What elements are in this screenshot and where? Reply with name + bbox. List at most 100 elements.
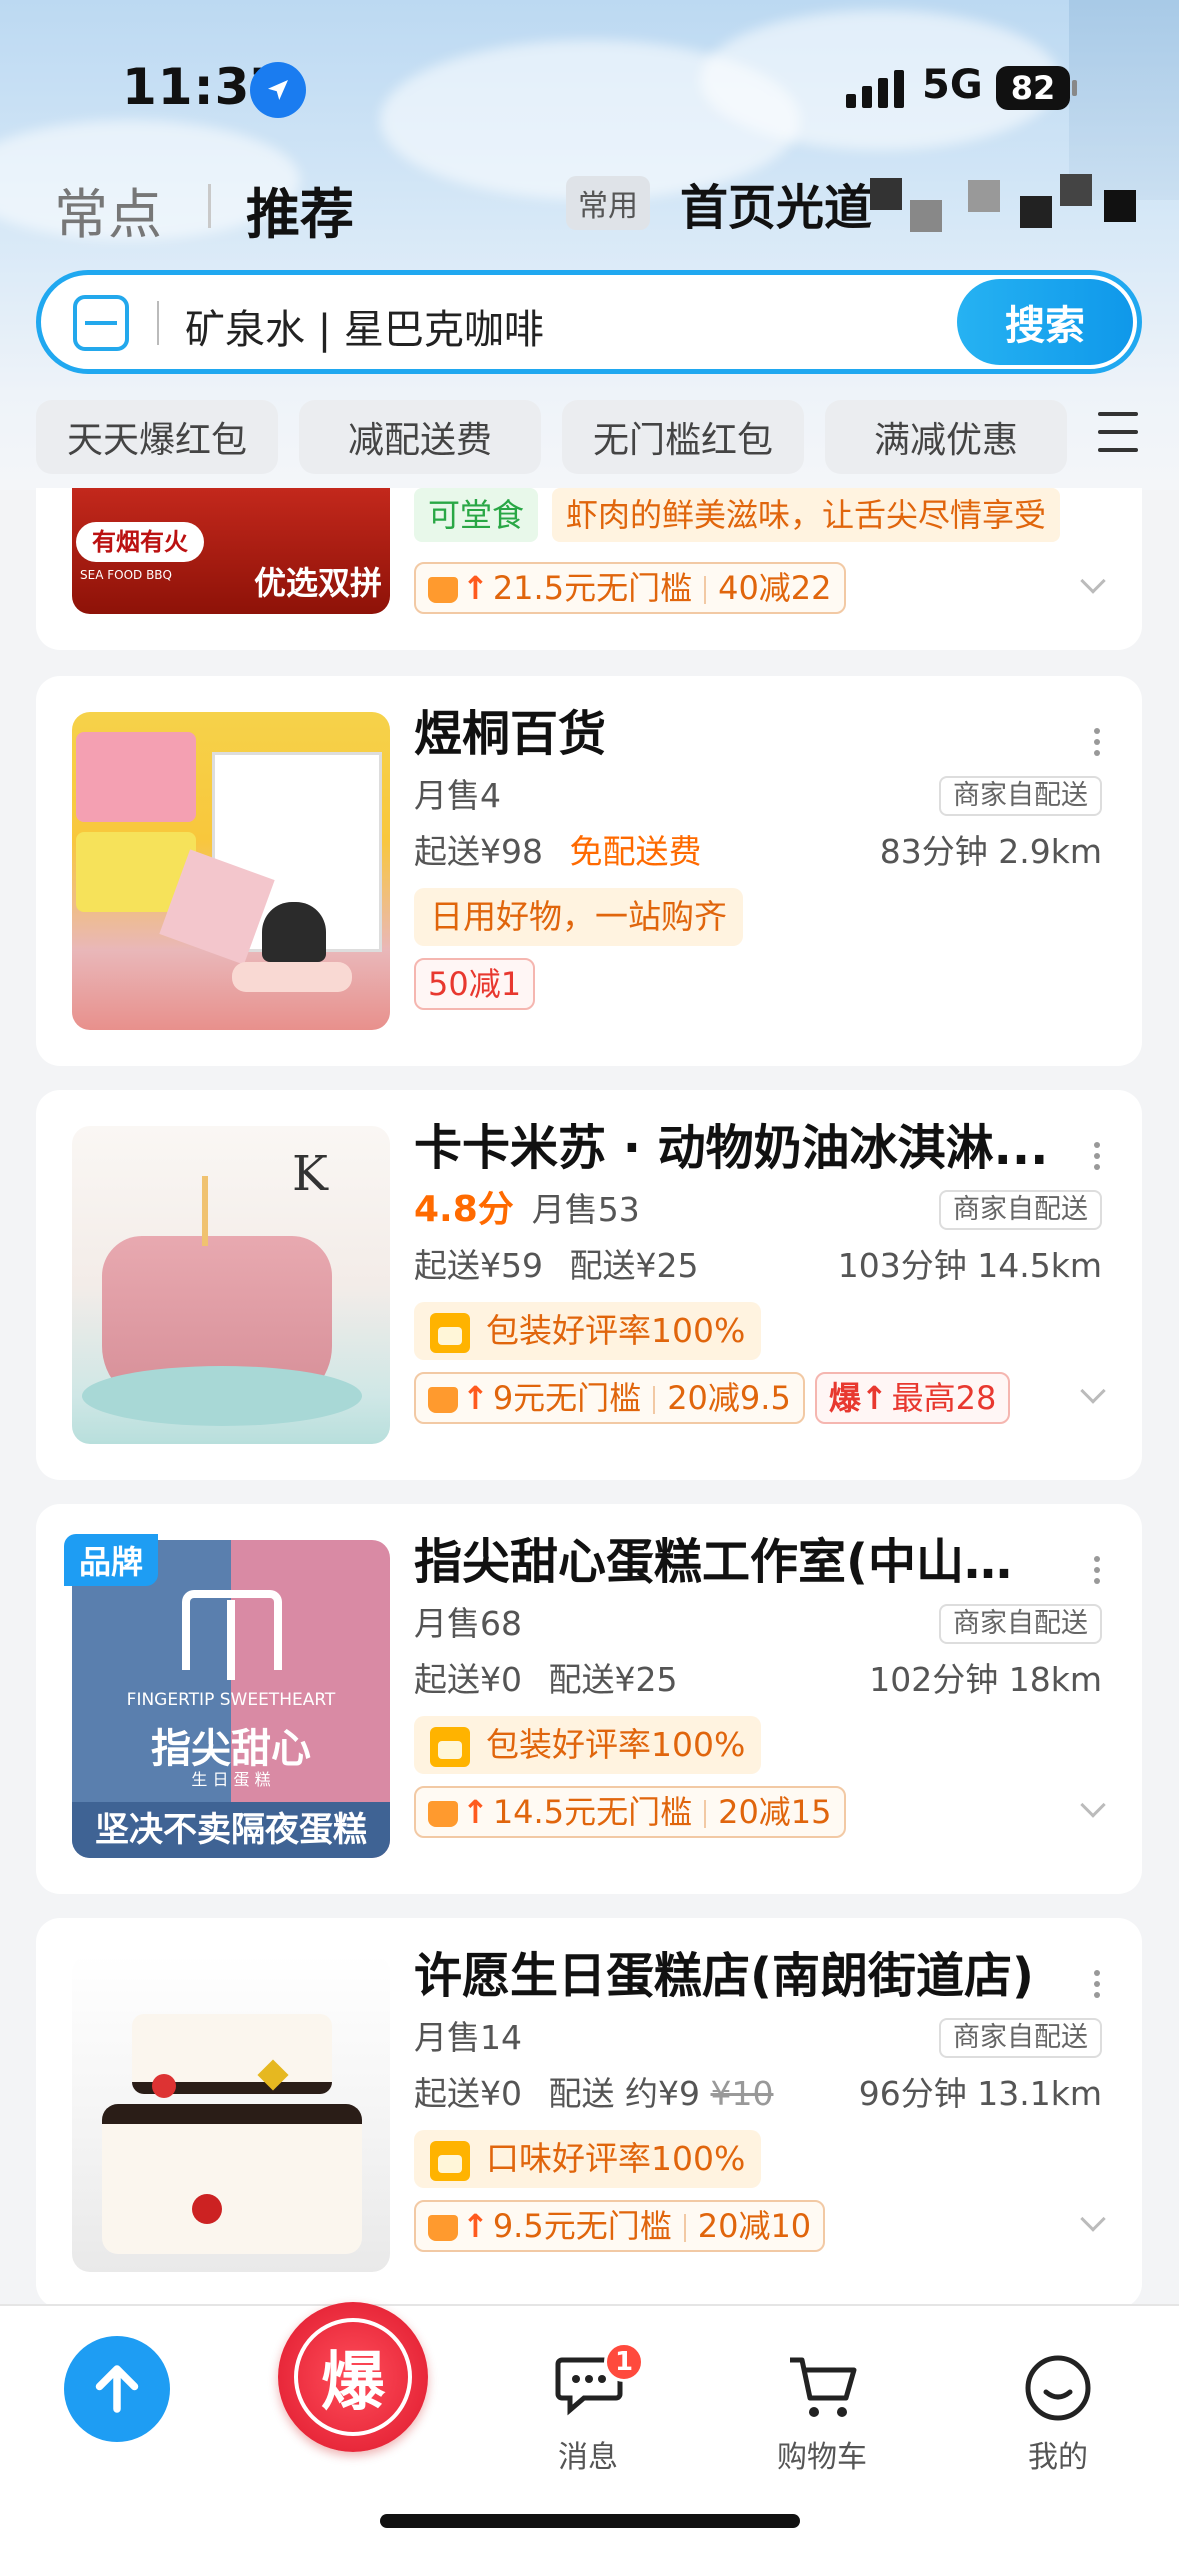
filter-chip[interactable]: 天天爆红包 [36, 400, 278, 474]
menu-icon[interactable] [1098, 412, 1138, 460]
store-info: 卡卡米苏 · 动物奶油冰淇淋... 4.8分 月售53 商家自配送 起送¥59 配… [414, 1116, 1106, 1426]
scroll-top-button[interactable] [64, 2336, 170, 2442]
store-sales-row: 月售14 商家自配送 [414, 2012, 1102, 2064]
store-thumbnail: 有烟有火 SEA FOOD BBQ 优选双拼 [72, 488, 390, 614]
tab-mine-label: 我的 [1028, 2440, 1088, 2475]
coupon-tag[interactable]: 50减1 [414, 958, 536, 1010]
store-name[interactable]: 卡卡米苏 · 动物奶油冰淇淋... [414, 1116, 1054, 1180]
store-card[interactable]: 煜桐百货 月售4 商家自配送 起送¥98 免配送费 83分钟 2.9km 日用好… [36, 676, 1142, 1066]
store-highlight: 虾肉的鲜美滋味，让舌尖尽情享受 [552, 488, 1061, 542]
thumbs-up-icon [430, 1312, 470, 1353]
store-thumbnail: K [72, 1126, 390, 1444]
signal-icon [846, 68, 904, 108]
store-name[interactable]: 许愿生日蛋糕店(南朗街道店) [414, 1944, 1054, 2008]
thumb-brand-en: FINGERTIP SWEETHEART [126, 1690, 336, 1710]
store-info: 许愿生日蛋糕店(南朗街道店) 月售14 商家自配送 起送¥0 配送 约¥9 ¥1… [414, 1944, 1106, 2254]
monthly-sales: 月售14 [414, 2018, 522, 2057]
delivery-type-badge: 商家自配送 [939, 776, 1102, 816]
scan-icon[interactable] [73, 295, 129, 351]
more-icon[interactable] [1094, 1970, 1102, 2003]
search-divider [157, 301, 159, 345]
min-order: 起送¥98 [414, 832, 543, 871]
thumb-brand-sub: 生 日 蛋 糕 [191, 1770, 271, 1789]
coupon-tag[interactable]: ↑ 9元无门槛 20减9.5 [414, 1372, 805, 1424]
store-card[interactable]: 许愿生日蛋糕店(南朗街道店) 月售14 商家自配送 起送¥0 配送 约¥9 ¥1… [36, 1918, 1142, 2308]
store-thumbnail [72, 712, 390, 1030]
tab-changdian[interactable]: 常点 [54, 170, 162, 249]
tab-recommend[interactable]: 推荐 [246, 170, 354, 249]
store-highlight: 包装好评率100% [414, 1716, 762, 1774]
bao-label: 爆 [294, 2318, 412, 2436]
address-selector[interactable]: 首页光道 [680, 168, 872, 238]
location-arrow-icon [250, 62, 306, 118]
tab-cart-label: 购物车 [777, 2440, 867, 2475]
store-highlight: 包装好评率100% [414, 1302, 762, 1360]
store-thumbnail: FINGERTIP SWEETHEART 指尖甜心 生 日 蛋 糕 坚决不卖隔夜… [72, 1540, 390, 1858]
store-name[interactable]: 指尖甜心蛋糕工作室(中山总... [414, 1530, 1054, 1594]
more-icon[interactable] [1094, 728, 1102, 761]
bao-coupon-tag[interactable]: 爆↑ 最高28 [814, 1372, 1011, 1424]
privacy-mosaic [910, 200, 942, 232]
filter-bar: 天天爆红包 减配送费 无门槛红包 满减优惠 [0, 396, 1179, 488]
chevron-down-icon[interactable] [1080, 2206, 1106, 2232]
store-name[interactable]: 煜桐百货 [414, 702, 1054, 766]
min-order: 起送¥59 [414, 1246, 543, 1285]
coupon-tag[interactable]: ↑ 9.5元无门槛 20减10 [414, 2200, 826, 2252]
cart-icon [790, 2357, 857, 2417]
delivery-type-badge: 商家自配送 [939, 2018, 1102, 2058]
tab-messages[interactable]: 1 消息 [488, 2306, 688, 2506]
delivery-fee: 配送¥25 [569, 1246, 699, 1285]
store-card[interactable]: K 卡卡米苏 · 动物奶油冰淇淋... 4.8分 月售53 商家自配送 起送¥59… [36, 1090, 1142, 1480]
chevron-down-icon[interactable] [1080, 1378, 1106, 1404]
privacy-mosaic [1104, 190, 1136, 222]
store-delivery-row: 起送¥98 免配送费 83分钟 2.9km [414, 826, 1102, 878]
thumbs-up-icon [430, 2140, 470, 2181]
thumb-logo: 有烟有火 [76, 522, 204, 562]
store-thumbnail [72, 1954, 390, 2272]
store-highlight: 日用好物，一站购齐 [414, 888, 743, 946]
dine-in-tag: 可堂食 [414, 488, 539, 542]
store-card[interactable]: 品牌 FINGERTIP SWEETHEART 指尖甜心 生 日 蛋 糕 坚决不… [36, 1504, 1142, 1894]
coupon-row: ↑ 9元无门槛 20减9.5 爆↑ 最高28 [414, 1372, 1106, 1426]
coupon-tag[interactable]: ↑ 14.5元无门槛 20减15 [414, 1786, 846, 1838]
bao-hot-button[interactable]: 爆 [278, 2302, 428, 2452]
network-label: 5G [922, 62, 983, 108]
privacy-mosaic [870, 178, 902, 210]
thumb-caption: SEA FOOD BBQ [80, 568, 172, 582]
time-distance: 83分钟 2.9km [879, 832, 1102, 871]
tab-divider [208, 184, 211, 228]
privacy-mosaic [1020, 196, 1052, 228]
battery-tip [1072, 80, 1077, 96]
tab-cart[interactable]: 购物车 [722, 2306, 922, 2506]
store-sales-row: 4.8分 月售53 商家自配送 [414, 1184, 1102, 1236]
coupon-row: 50减1 [414, 958, 1102, 1012]
crown-icon [428, 1387, 458, 1413]
store-info: 指尖甜心蛋糕工作室(中山总... 月售68 商家自配送 起送¥0 配送¥25 1… [414, 1530, 1106, 1840]
coupon-tag[interactable]: ↑ 21.5元无门槛 40减22 [414, 562, 846, 614]
partial-tags: 可堂食 虾肉的鲜美滋味，让舌尖尽情享受 [414, 488, 1061, 542]
crown-icon [428, 2215, 458, 2241]
filter-chip[interactable]: 减配送费 [299, 400, 541, 474]
store-card-partial[interactable]: 有烟有火 SEA FOOD BBQ 优选双拼 可堂食 虾肉的鲜美滋味，让舌尖尽情享… [36, 488, 1142, 650]
time-distance: 102分钟 18km [869, 1660, 1102, 1699]
search-button[interactable]: 搜索 [957, 279, 1133, 365]
delivery-fee: 免配送费 [569, 832, 702, 871]
more-icon[interactable] [1094, 1556, 1102, 1589]
search-input[interactable]: 矿泉水 | 星巴克咖啡 [185, 297, 544, 355]
tab-mine[interactable]: 我的 [958, 2306, 1158, 2506]
chevron-down-icon[interactable] [1080, 1792, 1106, 1818]
coupon-row: ↑ 9.5元无门槛 20减10 [414, 2200, 1106, 2254]
profile-icon [1025, 2355, 1091, 2421]
monthly-sales: 月售4 [414, 776, 501, 815]
chevron-down-icon[interactable] [1080, 568, 1106, 594]
monthly-sales: 月售53 [531, 1190, 640, 1229]
original-delivery-fee: ¥10 [710, 2074, 774, 2113]
delivery-type-badge: 商家自配送 [939, 1604, 1102, 1644]
crown-icon [428, 1801, 458, 1827]
more-icon[interactable] [1094, 1142, 1102, 1175]
filter-chip[interactable]: 满减优惠 [825, 400, 1067, 474]
top-header: 常点 推荐 常用 首页光道 [0, 160, 1179, 250]
search-bar[interactable]: 矿泉水 | 星巴克咖啡 搜索 [36, 270, 1142, 374]
filter-chip[interactable]: 无门槛红包 [562, 400, 804, 474]
brand-badge: 品牌 [64, 1534, 158, 1586]
